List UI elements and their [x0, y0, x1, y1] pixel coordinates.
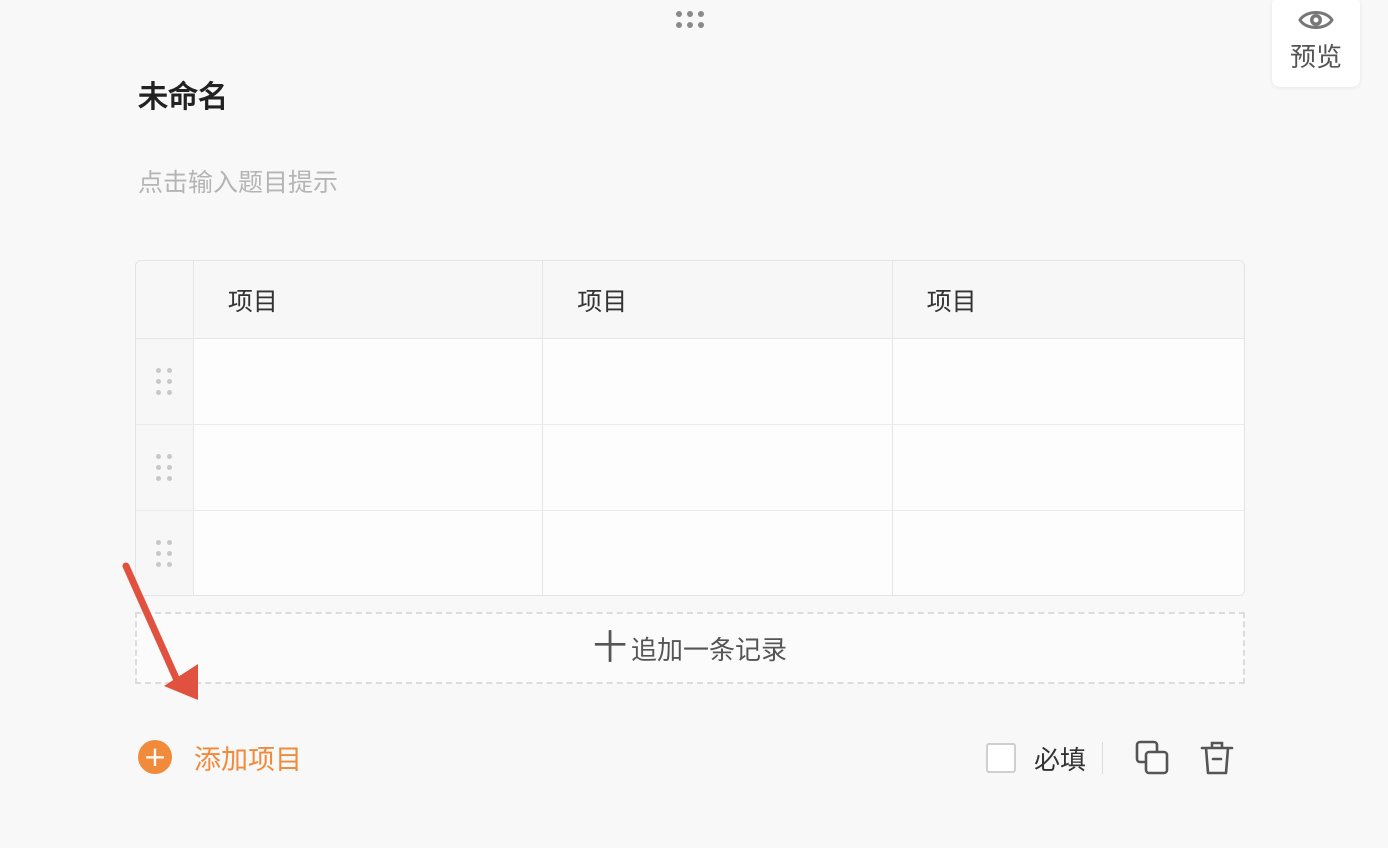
copy-icon[interactable]	[1133, 739, 1171, 777]
column-header[interactable]: 项目	[194, 261, 544, 338]
table-cell[interactable]	[543, 339, 893, 424]
add-record-label: 追加一条记录	[630, 635, 787, 666]
column-header[interactable]: 项目	[893, 261, 1244, 338]
drag-handle-icon[interactable]	[674, 9, 706, 29]
trash-icon[interactable]	[1199, 739, 1235, 777]
table-row	[136, 425, 1244, 511]
table-row	[136, 511, 1244, 595]
table-cell[interactable]	[893, 425, 1244, 510]
required-label: 必填	[1034, 745, 1087, 776]
row-drag-handle-icon[interactable]	[136, 425, 194, 510]
annotation-arrow-icon	[122, 562, 198, 700]
header-handle-cell	[136, 261, 194, 338]
add-record-button[interactable]: 十 追加一条记录	[135, 612, 1245, 684]
column-header[interactable]: 项目	[543, 261, 893, 338]
table-cell[interactable]	[194, 339, 544, 424]
add-item-button[interactable]: + 添加项目	[138, 738, 302, 776]
row-drag-handle-icon[interactable]	[136, 339, 194, 424]
table-cell[interactable]	[543, 511, 893, 595]
preview-label: 预览	[1289, 43, 1342, 73]
table-header-row: 项目 项目 项目	[136, 261, 1244, 339]
preview-button[interactable]: 预览	[1272, 0, 1360, 87]
toolbar-divider	[1102, 742, 1104, 774]
table-cell[interactable]	[194, 425, 544, 510]
eye-icon	[1298, 11, 1334, 29]
required-checkbox[interactable]	[986, 743, 1016, 773]
plus-circle-icon: +	[138, 740, 172, 774]
table-cell[interactable]	[543, 425, 893, 510]
table-row	[136, 339, 1244, 425]
question-hint-input[interactable]: 点击输入题目提示	[138, 166, 338, 200]
plus-icon: 十	[592, 628, 627, 668]
table-cell[interactable]	[893, 511, 1244, 595]
table-cell[interactable]	[893, 339, 1244, 424]
question-title[interactable]: 未命名	[138, 78, 228, 118]
table-cell[interactable]	[194, 511, 544, 595]
question-toolbar: 必填	[986, 738, 1235, 778]
matrix-table: 项目 项目 项目	[135, 260, 1245, 596]
add-item-label: 添加项目	[194, 744, 302, 776]
